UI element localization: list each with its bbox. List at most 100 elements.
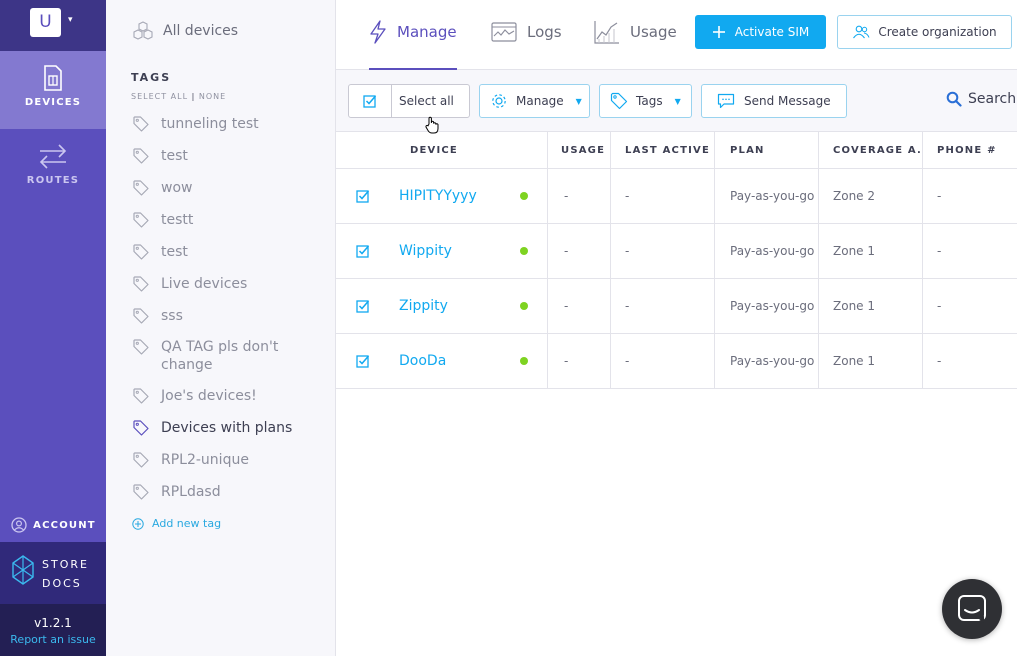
status-dot [520, 357, 528, 365]
tag-list-item[interactable]: test [133, 243, 323, 261]
column-header-plan[interactable]: PLAN [730, 132, 818, 168]
tag-label: RPLdasd [161, 484, 221, 500]
tag-list-item[interactable]: RPLdasd [133, 483, 323, 501]
search-button[interactable]: Search [946, 91, 1016, 107]
users-group-icon [853, 25, 870, 39]
tag-list-item[interactable]: testt [133, 211, 323, 229]
chat-launcher-button[interactable] [942, 579, 1002, 639]
device-name[interactable]: Zippity [399, 298, 448, 314]
coverage-cell: Zone 1 [833, 299, 875, 313]
coverage-cell: Zone 1 [833, 244, 875, 258]
manage-dropdown-button[interactable]: Manage ▼ [479, 84, 590, 118]
tag-list-item[interactable]: tunneling test [133, 115, 323, 133]
create-organization-label: Create organization [878, 25, 997, 39]
column-header-usage[interactable]: USAGE [561, 132, 607, 168]
tag-icon [133, 308, 149, 324]
tab-usage[interactable]: Usage [594, 17, 677, 47]
select-all-label: Select all [399, 94, 454, 108]
tab-manage[interactable]: Manage [369, 17, 457, 70]
select-none-tags-link[interactable]: NONE [199, 92, 226, 101]
tag-list-item[interactable]: QA TAG pls don't change [133, 338, 323, 374]
row-checkbox[interactable] [356, 169, 376, 223]
usage-cell: - [564, 299, 569, 313]
online-status-indicator [520, 169, 528, 223]
separator: | [191, 92, 196, 101]
table-row[interactable]: Wippity - - Pay-as-you-go Zone 1 - [336, 224, 1017, 279]
tag-list-item[interactable]: Live devices [133, 275, 323, 293]
all-devices-link[interactable]: All devices [132, 21, 238, 41]
table-row[interactable]: HIPITYYyyy - - Pay-as-you-go Zone 2 - [336, 169, 1017, 224]
last-active-cell: - [625, 354, 630, 368]
org-avatar[interactable]: U [30, 8, 61, 37]
tag-list-item[interactable]: RPL2-unique [133, 451, 323, 469]
tag-label: RPL2-unique [161, 452, 249, 468]
tags-select-controls: SELECT ALL | NONE [131, 92, 226, 101]
chevron-down-icon: ▼ [575, 96, 582, 106]
column-header-coverage-area[interactable]: COVERAGE A... [833, 132, 923, 168]
tag-icon [133, 148, 149, 164]
tab-logs[interactable]: Logs [491, 17, 562, 47]
tag-list-item[interactable]: sss [133, 307, 323, 325]
add-new-tag-button[interactable]: Add new tag [132, 517, 221, 530]
tags-heading: TAGS [131, 71, 172, 84]
column-header-device[interactable]: DEVICE [410, 132, 560, 168]
tab-usage-label: Usage [630, 23, 677, 41]
main-nav-rail: U ▾ DEVICES ROUTES ACCOUNT STORE DOCS v1… [0, 0, 106, 656]
phone-cell: - [937, 354, 942, 368]
tag-label: QA TAG pls don't change [161, 339, 279, 373]
row-checkbox[interactable] [356, 279, 376, 333]
column-header-last-active[interactable]: LAST ACTIVE [625, 132, 715, 168]
rail-item-routes[interactable]: ROUTES [0, 129, 106, 207]
checkbox-checked-icon [356, 190, 370, 203]
online-status-indicator [520, 279, 528, 333]
activate-sim-button[interactable]: Activate SIM [695, 15, 826, 49]
store-docs-label: STORE DOCS [42, 555, 89, 593]
tag-list-item[interactable]: Joe's devices! [133, 387, 323, 405]
store-link[interactable]: STORE [42, 555, 89, 574]
rail-item-account[interactable]: ACCOUNT [0, 511, 106, 539]
tag-label: wow [161, 180, 193, 196]
plan-cell: Pay-as-you-go [730, 189, 815, 203]
org-switcher[interactable]: U ▾ [0, 0, 106, 51]
checkbox-checked-icon [363, 95, 377, 108]
device-name[interactable]: HIPITYYyyy [399, 188, 477, 204]
select-all-tags-link[interactable]: SELECT ALL [131, 92, 188, 101]
tags-sidebar: All devices TAGS SELECT ALL | NONE tunne… [106, 0, 336, 656]
create-organization-button[interactable]: Create organization [837, 15, 1012, 49]
select-all-button[interactable]: Select all [348, 84, 470, 134]
plan-cell: Pay-as-you-go [730, 299, 815, 313]
tag-list-item[interactable]: test [133, 147, 323, 165]
gear-icon [492, 94, 506, 108]
row-checkbox[interactable] [356, 334, 376, 388]
chat-icon [958, 595, 986, 623]
store-docs-link[interactable]: STORE DOCS [0, 542, 106, 604]
plus-icon [712, 26, 725, 38]
plus-circle-icon [132, 517, 144, 530]
select-all-checkbox[interactable] [349, 85, 392, 117]
docs-link[interactable]: DOCS [42, 574, 89, 593]
chevron-down-icon[interactable]: ▾ [68, 15, 73, 25]
rail-item-devices[interactable]: DEVICES [0, 51, 106, 129]
line-chart-icon [594, 21, 619, 44]
checkbox-checked-icon [356, 355, 370, 368]
column-header-phone[interactable]: PHONE # [937, 132, 1017, 168]
coverage-cell: Zone 2 [833, 189, 875, 203]
report-issue-link[interactable]: Report an issue [0, 633, 106, 646]
last-active-cell: - [625, 244, 630, 258]
checkbox-checked-icon [356, 245, 370, 258]
tag-list-item[interactable]: wow [133, 179, 323, 197]
usage-cell: - [564, 354, 569, 368]
table-row[interactable]: Zippity - - Pay-as-you-go Zone 1 - [336, 279, 1017, 334]
all-devices-label: All devices [163, 23, 239, 39]
device-name[interactable]: DooDa [399, 353, 446, 369]
device-name[interactable]: Wippity [399, 243, 452, 259]
coverage-cell: Zone 1 [833, 354, 875, 368]
phone-cell: - [937, 244, 942, 258]
table-row[interactable]: DooDa - - Pay-as-you-go Zone 1 - [336, 334, 1017, 389]
send-message-button[interactable]: Send Message [701, 84, 847, 118]
row-checkbox[interactable] [356, 224, 376, 278]
tag-list-item[interactable]: Devices with plans [133, 419, 323, 437]
last-active-cell: - [625, 189, 630, 203]
tags-dropdown-button[interactable]: Tags ▼ [599, 84, 692, 118]
table-body: HIPITYYyyy - - Pay-as-you-go Zone 2 - Wippity -… [336, 169, 1017, 389]
